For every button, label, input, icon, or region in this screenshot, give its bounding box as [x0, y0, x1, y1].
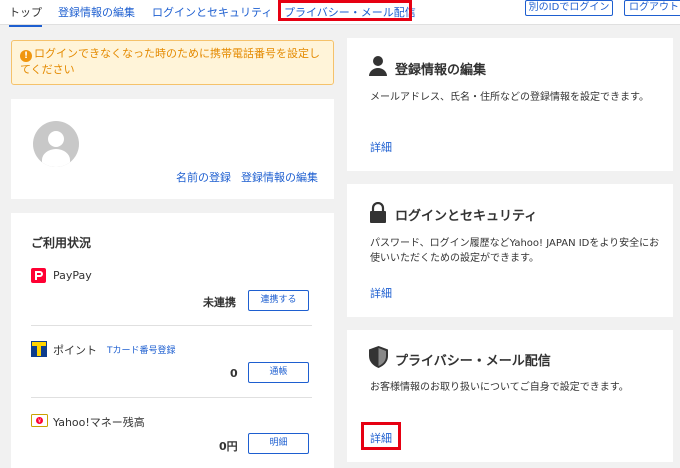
profile-edit-title: 登録情報の編集 [395, 63, 487, 78]
yahoo-money-label: Yahoo!マネー残高 [53, 416, 145, 429]
avatar [33, 121, 79, 167]
detail-link-highlight-box [361, 422, 401, 450]
lock-icon [370, 202, 386, 223]
yahoo-money-icon: ¥ [31, 414, 48, 427]
usage-divider [31, 397, 312, 398]
exclamation-icon: ! [20, 50, 32, 62]
point-passbook-button[interactable]: 通帳 [248, 362, 309, 383]
profile-edit-link[interactable]: 登録情報の編集 [241, 169, 318, 185]
point-label: ポイント [53, 344, 97, 357]
paypay-label: PayPay [53, 269, 92, 282]
avatar-body-shape [42, 149, 70, 167]
person-icon [369, 56, 387, 76]
point-value: 0 [230, 367, 238, 380]
shield-icon [369, 346, 388, 368]
svg-text:¥: ¥ [38, 419, 41, 425]
yahoo-money-value: 0円 [219, 440, 238, 453]
tab-top[interactable]: トップ [9, 4, 42, 27]
t-point-icon [31, 341, 47, 357]
paypay-icon [31, 268, 46, 283]
phone-warning-banner[interactable]: ! ログインできなくなった時のために携帯電話番号を設定してください [11, 40, 334, 85]
usage-divider [31, 325, 312, 326]
avatar-head-shape [48, 131, 64, 147]
privacy-mail-title: プライバシー・メール配信 [395, 354, 551, 369]
profile-edit-description: メールアドレス、氏名・住所などの登録情報を設定できます。 [370, 92, 649, 103]
paypay-connect-button[interactable]: 連携する [248, 290, 309, 311]
switch-id-login-button[interactable]: 別のIDでログイン [525, 0, 613, 16]
privacy-mail-description: お客様情報のお取り扱いについてご自身で設定できます。 [370, 382, 629, 393]
t-card-register-link[interactable]: Tカード番号登録 [107, 343, 176, 356]
yahoo-money-detail-button[interactable]: 明細 [248, 433, 309, 454]
logout-button[interactable]: ログアウト [624, 0, 680, 16]
paypay-status: 未連携 [203, 296, 236, 309]
login-security-description: パスワード、ログイン履歴などYahoo! JAPAN IDをより安全にお使いいた… [370, 238, 660, 264]
usage-heading: ご利用状況 [31, 236, 92, 250]
tab-profile-edit[interactable]: 登録情報の編集 [58, 4, 135, 20]
warning-text: ログインできなくなった時のために携帯電話番号を設定してください [20, 47, 320, 76]
login-security-title: ログインとセキュリティ [395, 209, 538, 224]
privacy-tab-highlight-box [278, 0, 412, 21]
tab-login-security[interactable]: ログインとセキュリティ [152, 4, 272, 20]
name-register-link[interactable]: 名前の登録 [176, 169, 231, 185]
profile-edit-detail-link[interactable]: 詳細 [370, 139, 392, 155]
top-nav: トップ 登録情報の編集 ログインとセキュリティ プライバシー・メール配信 別のI… [0, 0, 680, 27]
login-security-detail-link[interactable]: 詳細 [370, 285, 392, 301]
